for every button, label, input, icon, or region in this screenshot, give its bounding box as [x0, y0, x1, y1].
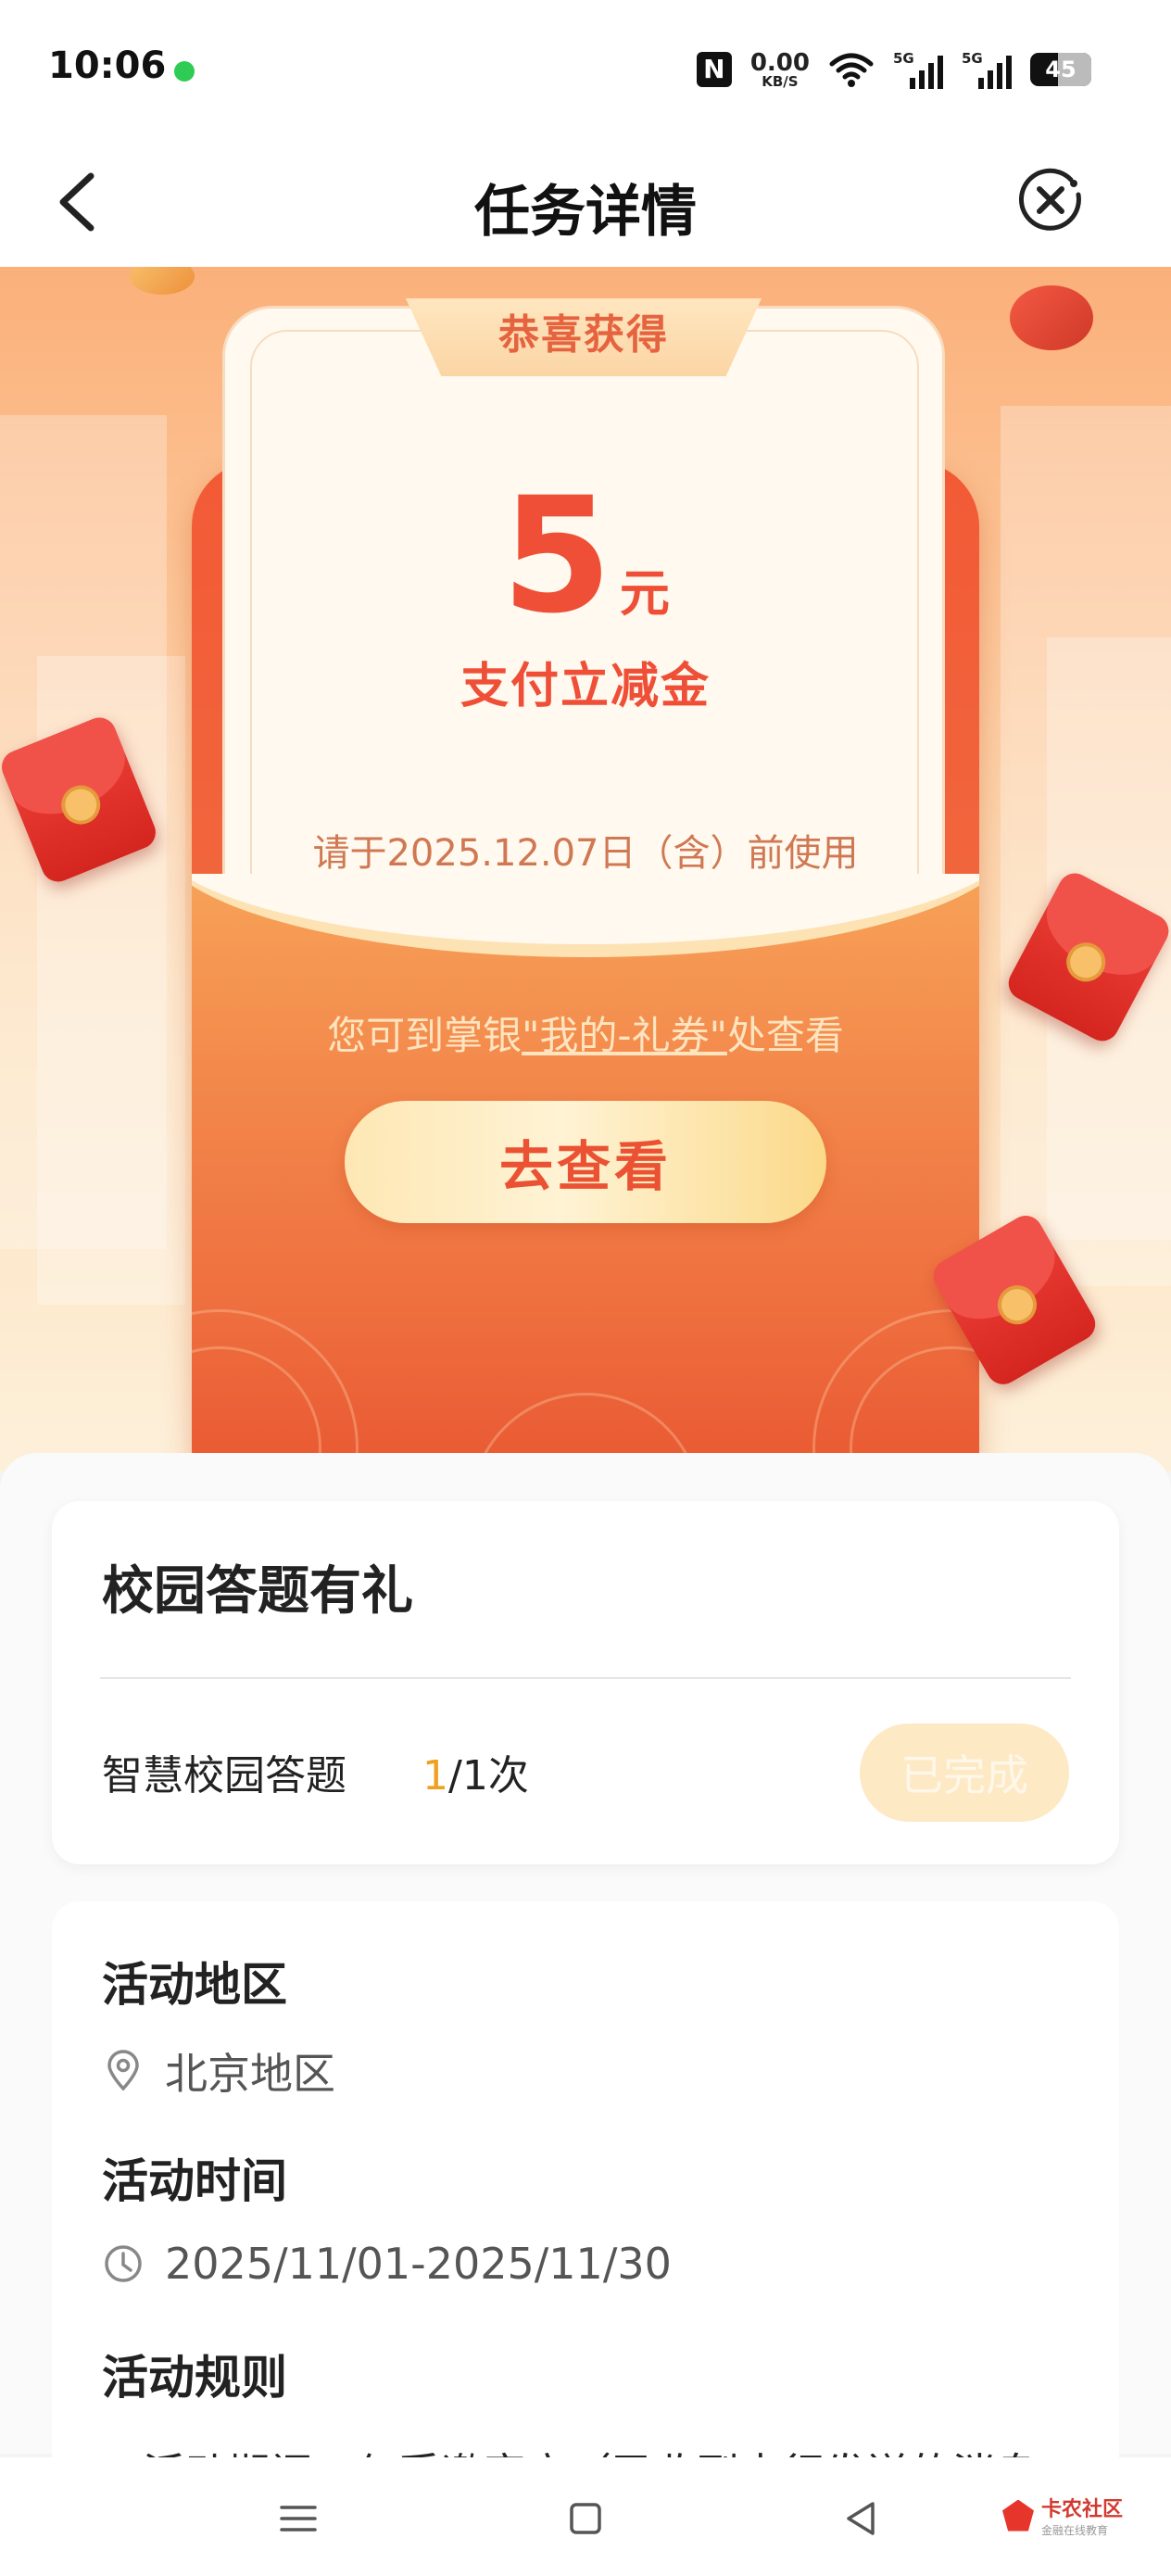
congrats-ribbon: 恭喜获得: [406, 298, 762, 376]
network-speed: 0.00 KB/S: [750, 51, 810, 89]
watermark-name: 卡农社区: [1040, 2498, 1123, 2521]
coin-decoration-2: [1010, 285, 1093, 350]
signal-2-tag: 5G: [962, 50, 983, 67]
battery-icon: 45: [1030, 53, 1091, 86]
signal-1-tag: 5G: [893, 50, 914, 67]
my-coupons-link[interactable]: "我的-礼券": [522, 1013, 727, 1058]
task-progress-total: /1次: [448, 1752, 529, 1799]
reward-banner: 恭喜获得 5元 支付立减金 请于2025.12.07日（含）前使用 您可到掌银"…: [0, 267, 1171, 1471]
coin-decoration: [130, 267, 195, 295]
coupon-expire-note: 请于2025.12.07日（含）前使用: [312, 832, 859, 875]
region-heading: 活动地区: [102, 1958, 287, 2012]
task-progress-done: 1: [422, 1752, 448, 1799]
system-nav-bar: [0, 2457, 1171, 2576]
view-coupon-button[interactable]: 去查看: [345, 1101, 826, 1223]
activity-info-card: 活动地区 北京地区 活动时间 2025/11/01-2025/11/30 活动规…: [52, 1901, 1119, 2499]
network-speed-unit: KB/S: [762, 72, 799, 90]
location-pin-icon: [107, 2050, 139, 2091]
divider: [100, 1677, 1071, 1679]
battery-level: 45: [1045, 57, 1077, 82]
signal-5g-1-icon: 5G: [893, 50, 943, 89]
page-title: 任务详情: [474, 180, 697, 245]
coupon-amount-unit: 元: [619, 564, 670, 623]
status-icons: N 0.00 KB/S 5G 5G 45: [696, 46, 1091, 93]
coupon-name: 支付立减金: [460, 659, 711, 714]
notification-dot-icon: [174, 61, 195, 82]
watermark-sub: 金融在线教育: [1040, 2524, 1108, 2537]
task-card: 校园答题有礼 智慧校园答题 1/1次 已完成: [52, 1501, 1119, 1864]
region-value: 北京地区: [165, 2049, 335, 2099]
network-speed-value: 0.00: [749, 48, 810, 77]
menu-lines-icon[interactable]: [271, 2491, 326, 2546]
nfc-icon: N: [696, 52, 732, 87]
watermark-logo-icon: [1001, 2499, 1034, 2532]
coupon-amount-number: 5: [501, 462, 612, 649]
task-item-name: 智慧校园答题: [102, 1752, 346, 1799]
nav-bar: 任务详情: [0, 139, 1171, 267]
status-bar: 10:06 N 0.00 KB/S 5G 5G 45: [0, 0, 1171, 139]
status-time: 10:06: [48, 44, 167, 87]
back-triangle-icon[interactable]: [834, 2491, 889, 2546]
coupon-amount: 5元: [0, 473, 1171, 639]
coupon-hint-suffix: 处查看: [726, 1013, 844, 1058]
coupon-hint: 您可到掌银"我的-礼券"处查看: [0, 1004, 1171, 1061]
close-circle-icon[interactable]: [1014, 163, 1088, 237]
coupon-hint-prefix: 您可到掌银: [327, 1013, 523, 1058]
region-row: 北京地区: [102, 2040, 335, 2102]
clock-icon: [105, 2245, 142, 2282]
time-row: 2025/11/01-2025/11/30: [102, 2239, 672, 2289]
time-heading: 活动时间: [102, 2154, 287, 2208]
task-title: 校园答题有礼: [102, 1561, 413, 1622]
wifi-icon: [829, 53, 874, 87]
home-square-icon[interactable]: [558, 2491, 613, 2546]
signal-5g-2-icon: 5G: [962, 50, 1012, 89]
task-completed-button: 已完成: [860, 1724, 1069, 1822]
rules-heading: 活动规则: [102, 2351, 287, 2405]
task-progress: 1/1次: [422, 1742, 529, 1801]
watermark: 卡农社区 金融在线教育: [1001, 2493, 1123, 2538]
time-value: 2025/11/01-2025/11/30: [165, 2239, 672, 2289]
